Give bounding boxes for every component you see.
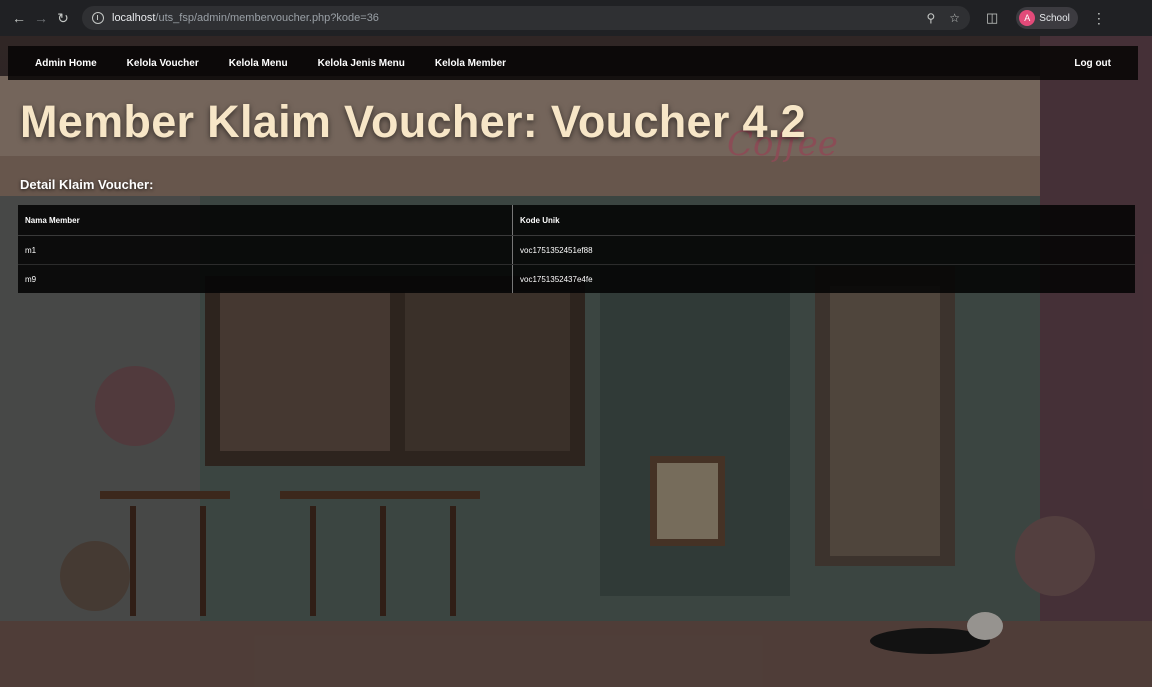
nav-kelola-member[interactable]: Kelola Member bbox=[435, 58, 506, 69]
nav-kelola-voucher[interactable]: Kelola Voucher bbox=[127, 58, 199, 69]
column-header-kode-unik: Kode Unik bbox=[512, 205, 1135, 236]
avatar: A bbox=[1019, 10, 1036, 26]
table-row: m1 voc1751352451ef88 bbox=[18, 235, 1135, 265]
voucher-code-cell: voc1751352451ef88 bbox=[512, 235, 1135, 265]
nav-kelola-menu[interactable]: Kelola Menu bbox=[229, 58, 288, 69]
zoom-icon[interactable]: ⚲ bbox=[926, 11, 935, 25]
voucher-claims-table: Nama Member Kode Unik m1 voc1751352451ef… bbox=[18, 205, 1135, 293]
forward-arrow-icon[interactable]: → bbox=[30, 7, 52, 29]
logout-link[interactable]: Log out bbox=[1074, 58, 1111, 69]
address-bar[interactable]: localhost/uts_fsp/admin/membervoucher.ph… bbox=[82, 6, 970, 30]
nav-kelola-jenis-menu[interactable]: Kelola Jenis Menu bbox=[318, 58, 405, 69]
profile-name: School bbox=[1039, 12, 1070, 24]
menu-kebab-icon[interactable]: ⋮ bbox=[1092, 10, 1106, 27]
page-title: Member Klaim Voucher: Voucher 4.2 bbox=[20, 96, 806, 147]
site-info-icon[interactable] bbox=[92, 12, 104, 24]
page-viewport: Coffee Admin Home Kelola Voucher Kelola … bbox=[0, 36, 1152, 687]
column-header-nama-member: Nama Member bbox=[18, 205, 513, 236]
table-row: m9 voc1751352437e4fe bbox=[18, 264, 1135, 293]
bookmark-star-icon[interactable]: ☆ bbox=[949, 11, 960, 25]
nav-admin-home[interactable]: Admin Home bbox=[35, 58, 97, 69]
voucher-code-cell: voc1751352437e4fe bbox=[520, 274, 593, 284]
member-name-cell: m9 bbox=[18, 264, 513, 293]
member-name-cell: m1 bbox=[18, 235, 513, 265]
back-arrow-icon[interactable]: ← bbox=[8, 7, 30, 29]
table-header-row: Nama Member Kode Unik bbox=[18, 205, 1135, 236]
url-path: /uts_fsp/admin/membervoucher.php?kode=36 bbox=[155, 12, 379, 24]
url-host: localhost bbox=[112, 12, 156, 24]
reload-icon[interactable]: ↻ bbox=[52, 7, 74, 29]
profile-button[interactable]: A School bbox=[1016, 7, 1078, 29]
section-subtitle: Detail Klaim Voucher: bbox=[20, 177, 154, 192]
extensions-icon[interactable]: ◫ bbox=[986, 10, 998, 26]
admin-navbar: Admin Home Kelola Voucher Kelola Menu Ke… bbox=[8, 46, 1138, 80]
browser-toolbar: ← → ↻ localhost/uts_fsp/admin/membervouc… bbox=[0, 0, 1152, 36]
